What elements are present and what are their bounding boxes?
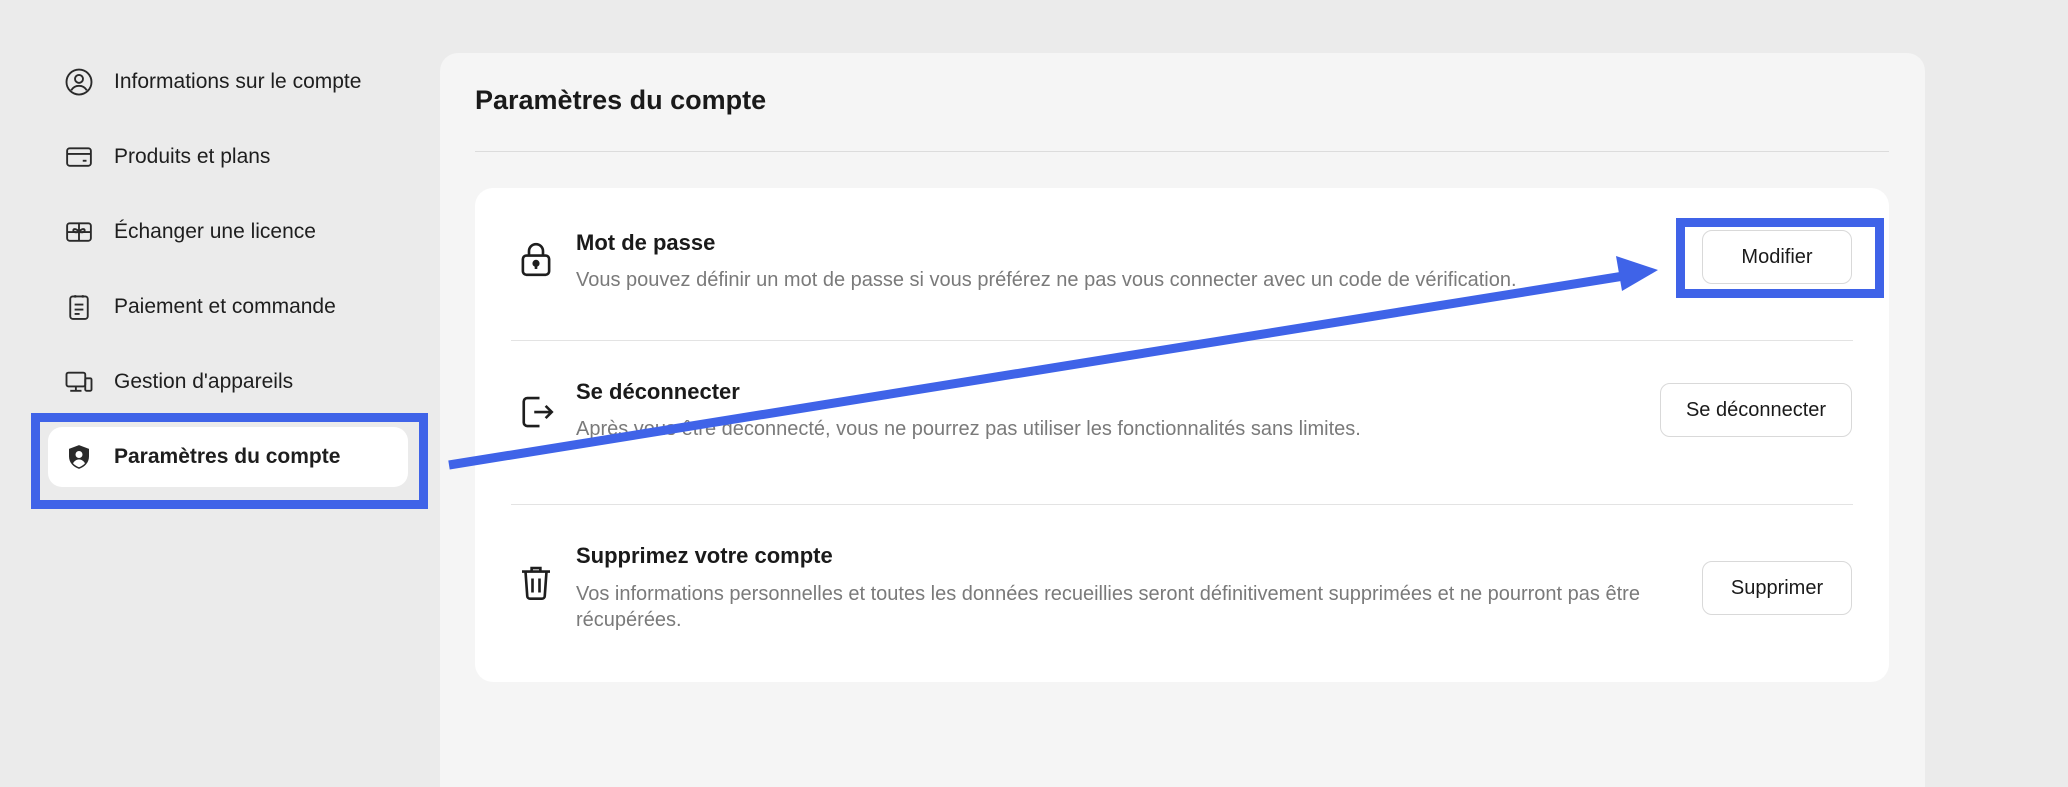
devices-icon [64, 367, 94, 397]
sidebar-item-label: Gestion d'appareils [114, 370, 294, 393]
sidebar-item-label: Paramètres du compte [114, 445, 341, 468]
sidebar-item-label: Échanger une licence [114, 220, 316, 243]
password-description: Vous pouvez définir un mot de passe si v… [576, 269, 1517, 291]
clipboard-list-icon [64, 292, 94, 322]
sidebar-item-label: Produits et plans [114, 145, 271, 168]
settings-card: Mot de passe Vous pouvez définir un mot … [475, 188, 1889, 682]
sidebar-item-products[interactable]: Produits et plans [48, 127, 408, 187]
logout-description: Après vous être déconnecté, vous ne pour… [576, 418, 1361, 440]
title-divider [475, 151, 1889, 152]
gift-card-icon [64, 217, 94, 247]
logout-icon [515, 391, 557, 433]
logout-button[interactable]: Se déconnecter [1660, 383, 1852, 437]
credit-card-icon [64, 142, 94, 172]
user-shield-icon [64, 442, 94, 472]
account-settings-panel: Paramètres du compte Mot de passe Vous p… [440, 53, 1925, 787]
sidebar-item-label: Informations sur le compte [114, 70, 362, 93]
user-circle-icon [64, 67, 94, 97]
sidebar-item-redeem-license[interactable]: Échanger une licence [48, 202, 408, 262]
delete-account-title: Supprimez votre compte [576, 543, 833, 568]
sidebar-item-label: Paiement et commande [114, 295, 336, 318]
delete-account-row: Supprimez votre compte Vos informations … [475, 505, 1889, 682]
password-title: Mot de passe [576, 230, 716, 255]
modify-password-button[interactable]: Modifier [1702, 230, 1852, 284]
logout-row: Se déconnecter Après vous être déconnect… [475, 341, 1889, 505]
delete-account-description: Vos informations personnelles et toutes … [576, 583, 1640, 631]
sidebar-item-account-settings[interactable]: Paramètres du compte [48, 427, 408, 487]
lock-icon [515, 238, 557, 280]
sidebar-item-payment[interactable]: Paiement et commande [48, 277, 408, 337]
trash-icon [515, 561, 557, 603]
page-title: Paramètres du compte [475, 85, 767, 115]
sidebar-item-devices[interactable]: Gestion d'appareils [48, 352, 408, 412]
password-row: Mot de passe Vous pouvez définir un mot … [475, 188, 1889, 340]
logout-title: Se déconnecter [576, 379, 740, 404]
delete-account-button[interactable]: Supprimer [1702, 561, 1852, 615]
sidebar-item-account-info[interactable]: Informations sur le compte [48, 52, 408, 112]
